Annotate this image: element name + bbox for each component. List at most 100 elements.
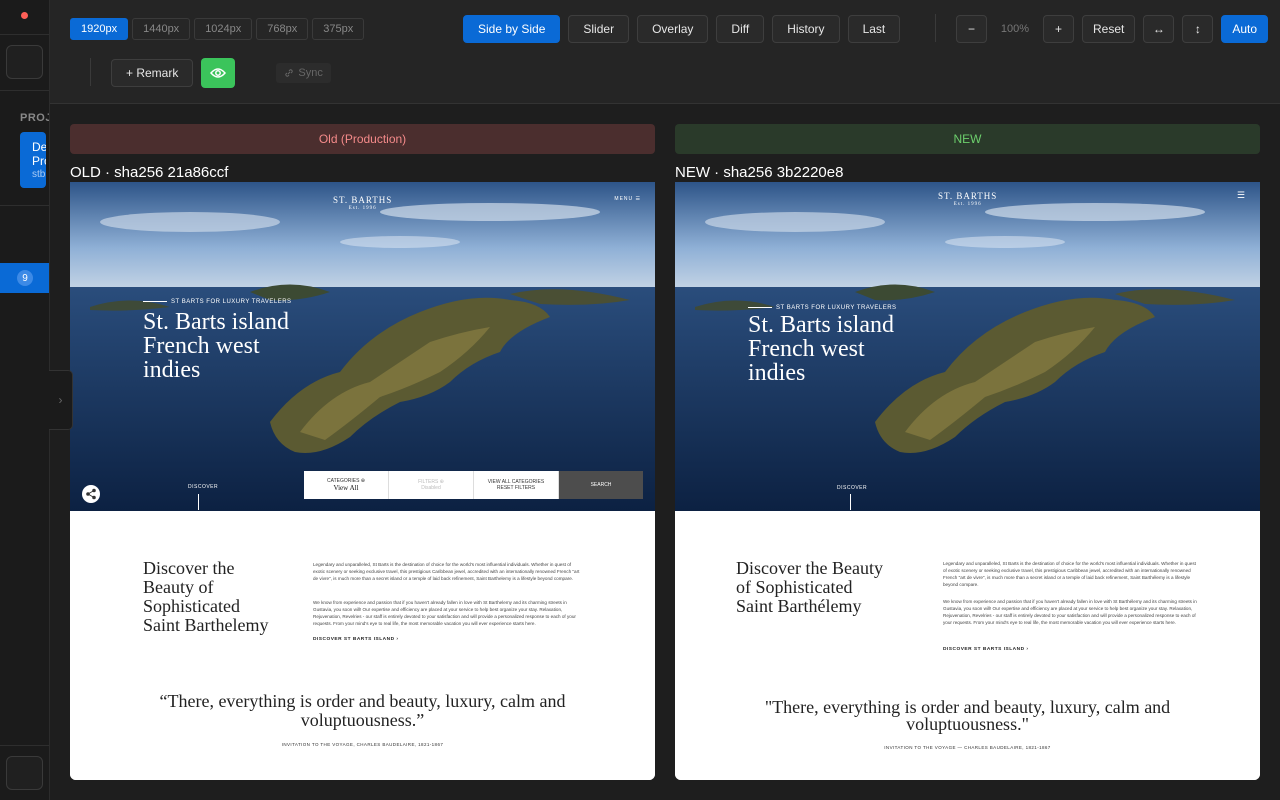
fit-height-button[interactable]: ↕	[1182, 15, 1214, 43]
viewport-1920-button[interactable]: 1920px	[70, 18, 129, 40]
compare-mode-selector: Side by Side Slider Overlay Diff History…	[463, 15, 901, 43]
projects-label: PROJ	[20, 112, 50, 124]
sidebar-toggle-button[interactable]	[6, 45, 43, 79]
viewport-375-button[interactable]: 375px	[312, 18, 365, 40]
hero-title: St. Barts island French west indies	[748, 313, 894, 385]
chevron-right-icon: ›	[58, 393, 63, 407]
filters-value: Disabled	[421, 485, 441, 491]
project-card-title-2: Pro	[32, 154, 46, 168]
scroll-line	[198, 494, 199, 510]
zoom-out-button[interactable]: −	[956, 15, 987, 43]
old-screenshot[interactable]: ST. BARTHS Est. 1996 MENU ☰ ST BARTS FOR…	[70, 182, 655, 780]
viewport-selector: 1920px 1440px 1024px 768px 375px	[70, 18, 365, 40]
history-button[interactable]: History	[772, 15, 840, 43]
intro-heading-line-4: Saint Barthelemy	[143, 615, 269, 635]
hero-image: ST. BARTHS Est. 1996 MENU ☰ ST BARTS FOR…	[70, 182, 655, 511]
reset-button[interactable]: Reset	[1082, 15, 1136, 43]
hero-title-line-2: French west	[143, 333, 260, 359]
intro-paragraph-1: Legendary and unparalleled, St Barts is …	[943, 561, 1196, 587]
divider	[0, 34, 49, 35]
hamburger-menu-button[interactable]: ☰	[1237, 190, 1246, 201]
add-remark-button[interactable]: + Remark	[111, 59, 194, 87]
intro-heading: Discover the Beauty of Sophisticated Sai…	[143, 559, 268, 635]
hero-image: ST. BARTHS Est. 1996 ☰ ST BARTS FOR LUXU…	[675, 182, 1260, 511]
discover-island-link[interactable]: DISCOVER ST BARTS ISLAND ›	[943, 647, 1029, 652]
hero-eyebrow: ST BARTS FOR LUXURY TRAVELERS	[143, 299, 292, 305]
share-button[interactable]	[82, 485, 100, 503]
intro-heading-line-3: Saint Barthélemy	[736, 596, 862, 616]
view-all-reset[interactable]: VIEW ALL CATEGORIES RESET FILTERS	[474, 471, 559, 499]
share-icon	[86, 488, 96, 500]
eye-icon	[210, 68, 227, 78]
quote-citation: INVITATION TO THE VOYAGE, CHARLES BAUDEL…	[281, 742, 444, 747]
site-logo-text: ST. BARTHS	[333, 195, 393, 205]
auto-button[interactable]: Auto	[1221, 15, 1269, 43]
project-card-subtitle: stb	[32, 169, 46, 180]
hero-title-line-1: St. Barts island	[748, 312, 895, 338]
intro-heading-line-2: of Sophisticated	[736, 577, 853, 597]
reset-filters-link: RESET FILTERS	[496, 485, 536, 491]
new-panel: NEW NEW · sha256 3b2220e8 ST. BARTHS Est…	[675, 124, 1260, 780]
site-logo[interactable]: ST. BARTHS Est. 1996	[938, 191, 997, 207]
quote-citation: INVITATION TO THE VOYAGE — CHARLES BAUDE…	[884, 745, 1051, 750]
sidebar: PROJ De Pro stb 9	[0, 0, 50, 800]
new-panel-header: NEW	[675, 124, 1260, 154]
viewport-768-button[interactable]: 768px	[256, 18, 309, 40]
filters-select[interactable]: FILTERS ⊕ Disabled	[389, 471, 474, 499]
new-screenshot[interactable]: ST. BARTHS Est. 1996 ☰ ST BARTS FOR LUXU…	[675, 182, 1260, 780]
side-by-side-button[interactable]: Side by Side	[463, 15, 561, 43]
status-dot	[21, 12, 28, 19]
quote-line-1: “There, everything is order and beauty, …	[159, 691, 566, 711]
last-button[interactable]: Last	[847, 15, 901, 43]
divider	[935, 14, 936, 42]
divider	[0, 745, 49, 746]
divider	[0, 90, 49, 91]
zoom-controls: − 100% + Reset ↔ ↕ Auto	[956, 15, 1269, 43]
intro-paragraph-2: We know from experience and passion that…	[313, 600, 576, 626]
discover-link[interactable]: DISCOVER	[188, 484, 218, 490]
discover-link[interactable]: DISCOVER	[837, 485, 867, 491]
sync-label: Sync	[298, 67, 323, 79]
quote-line-2: voluptuousness."	[906, 714, 1029, 734]
categories-value: View All	[333, 484, 359, 492]
visibility-toggle-button[interactable]	[201, 58, 236, 88]
sidebar-expand-handle[interactable]: ›	[49, 370, 73, 430]
slider-button[interactable]: Slider	[568, 15, 630, 43]
project-card[interactable]: De Pro stb	[20, 132, 46, 188]
intro-paragraph-2: We know from experience and passion that…	[943, 599, 1197, 625]
intro-section: Discover the Beauty of Sophisticated Sai…	[70, 511, 655, 780]
zoom-level: 100%	[1000, 23, 1030, 35]
project-card-title: De	[32, 140, 46, 154]
diff-button[interactable]: Diff	[716, 15, 765, 43]
viewport-1440-button[interactable]: 1440px	[132, 18, 191, 40]
quote-line-2: voluptuousness.”	[300, 710, 425, 730]
site-logo-sub: Est. 1996	[953, 202, 982, 207]
divider	[0, 205, 49, 206]
intro-section: Discover the Beauty of Sophisticated Sai…	[675, 511, 1260, 780]
settings-button[interactable]	[6, 756, 43, 790]
fit-width-button[interactable]: ↔	[1143, 15, 1175, 43]
sync-button[interactable]: Sync	[276, 63, 331, 83]
site-logo[interactable]: ST. BARTHS Est. 1996	[333, 195, 392, 211]
site-logo-sub: Est. 1996	[348, 206, 377, 211]
zoom-in-button[interactable]: +	[1043, 15, 1074, 43]
divider	[90, 58, 91, 86]
site-menu-button[interactable]: MENU ☰	[614, 196, 641, 202]
intro-heading-line-2: Beauty of	[143, 577, 214, 597]
link-icon	[285, 69, 294, 77]
hero-title-line-2: French west	[748, 336, 865, 362]
hero-title: St. Barts island French west indies	[143, 310, 289, 382]
count-badge: 9	[17, 270, 33, 286]
overlay-button[interactable]: Overlay	[637, 15, 709, 43]
viewport-1024-button[interactable]: 1024px	[194, 18, 253, 40]
hero-title-line-1: St. Barts island	[143, 309, 290, 335]
quote: "There, everything is order and beauty, …	[715, 698, 1220, 734]
search-button[interactable]: SEARCH	[559, 471, 643, 499]
hero-title-line-3: indies	[143, 357, 201, 383]
categories-select[interactable]: CATEGORIES ⊕ View All	[304, 471, 389, 499]
intro-heading: Discover the Beauty of Sophisticated Sai…	[736, 559, 883, 616]
hero-eyebrow: ST BARTS FOR LUXURY TRAVELERS	[748, 305, 897, 311]
intro-paragraph-1: Legendary and unparalleled, St Barts is …	[313, 562, 580, 581]
intro-heading-line-3: Sophisticated	[143, 596, 240, 616]
discover-island-link[interactable]: DISCOVER ST BARTS ISLAND ›	[313, 637, 399, 642]
